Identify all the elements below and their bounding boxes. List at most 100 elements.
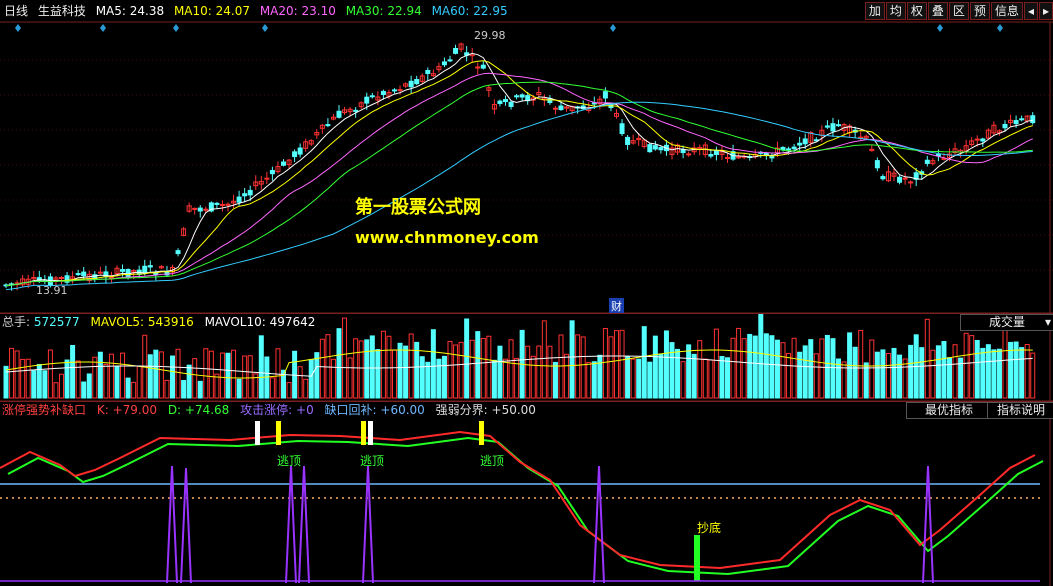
volume-bar [786, 353, 792, 399]
candle-body [830, 123, 836, 132]
low-price-label: 13.91 [36, 284, 68, 297]
candle-body [974, 138, 980, 141]
volume-bar [924, 318, 930, 399]
volume-bar [586, 361, 592, 399]
volume-bar [941, 340, 947, 399]
best-indicator-button[interactable]: 最优指标 [906, 402, 992, 419]
chart-canvas[interactable] [0, 0, 1053, 586]
volume-bar [713, 328, 719, 399]
watermark-url: www.chnmoney.com [355, 228, 539, 247]
candle-body [1019, 118, 1025, 121]
volume-bar [930, 349, 936, 399]
escape-top-bar [361, 421, 366, 445]
candle-body [441, 61, 447, 66]
candle-body [125, 268, 131, 277]
volume-bar [725, 357, 730, 399]
volume-bar [358, 340, 364, 399]
volume-bar [242, 355, 248, 399]
indicator-header: 涨停强势补缺口 K: +79.00 D: +74.68 攻击涨停: +0 缺口回… [0, 401, 1053, 419]
candle-body [1013, 120, 1019, 125]
volume-bar [885, 353, 891, 399]
volume-bar [880, 349, 886, 399]
volume-bar [591, 361, 597, 399]
volume-bar [425, 361, 431, 399]
volume-bar [403, 345, 409, 399]
candle-body [619, 123, 625, 135]
event-marker-icon [100, 24, 106, 32]
volume-bar [652, 335, 658, 399]
volume-bar [663, 330, 669, 399]
volume-bar [974, 339, 980, 399]
candle-body [836, 124, 841, 127]
candle-body [197, 207, 203, 212]
candle-body [75, 273, 81, 276]
volume-bar [170, 355, 175, 399]
event-marker-icon [997, 24, 1003, 32]
volume-bar [602, 328, 608, 399]
volume-bar [580, 336, 586, 399]
volume-bar [564, 353, 570, 399]
volume-bar [408, 333, 414, 399]
d-value: D: +74.68 [167, 403, 230, 417]
volume-bar [675, 348, 681, 399]
volume-bar [14, 350, 20, 399]
high-price-label: 29.98 [474, 29, 506, 42]
volume-bar [308, 358, 314, 399]
candle-body [397, 89, 403, 92]
volume-bar [541, 320, 547, 399]
volume-bar [114, 366, 120, 399]
candle-body [325, 124, 331, 127]
volume-bar [702, 358, 708, 399]
indicator-help-button[interactable]: 指标说明 [987, 402, 1053, 419]
volume-bar [386, 335, 392, 399]
candle-body [425, 70, 431, 75]
escape-top-bar [276, 421, 281, 445]
volume-bar [453, 344, 459, 399]
volume-bar [319, 338, 325, 399]
volume-bar [75, 360, 81, 399]
volume-bar [935, 345, 941, 399]
candle-body [497, 100, 503, 104]
volume-bar [575, 334, 581, 399]
volume-bar [164, 379, 170, 399]
candle-body [897, 176, 903, 183]
candle-body [380, 90, 386, 96]
volume-bar [597, 354, 603, 399]
volume-bar [347, 357, 353, 399]
indicator-d-line [7, 436, 1044, 576]
volume-bar [297, 366, 303, 399]
volume-bar [3, 365, 9, 399]
escape-top-bar [368, 421, 373, 445]
volume-bar [902, 358, 908, 399]
candle-body [791, 146, 797, 150]
volume-bar [969, 335, 975, 399]
volume-bar [447, 340, 453, 399]
candle-body [120, 269, 126, 272]
volume-selector[interactable]: 成交量 ▾ [960, 314, 1053, 331]
volume-bar [353, 338, 359, 399]
escape-top-label-2: 逃顶 [360, 454, 385, 468]
volume-bar [219, 352, 225, 399]
volume-bar [547, 345, 553, 399]
finance-marker[interactable]: 财 [609, 298, 624, 314]
volume-bar [125, 377, 131, 399]
candle-body [786, 148, 792, 151]
volume-bar [1030, 352, 1036, 399]
volume-bar [258, 335, 264, 399]
volume-header: 总手: 572577 MAVOL5: 543916 MAVOL10: 49764… [0, 313, 1053, 331]
candle-body [414, 78, 420, 85]
escape-top-label-3: 逃顶 [480, 454, 505, 468]
candle-body [97, 271, 103, 274]
candle-body [453, 48, 459, 54]
volume-bar [991, 349, 997, 399]
bottom-fishing-label: 抄底 [697, 521, 722, 535]
candle-body [736, 156, 742, 159]
volume-bar [325, 334, 331, 399]
candle-body [980, 138, 986, 142]
volume-bar [741, 338, 747, 399]
volume-bar [708, 359, 714, 399]
candle-body [392, 89, 397, 92]
volume-bar [9, 347, 15, 399]
volume-bar [175, 348, 181, 399]
event-marker-icon [173, 24, 179, 32]
